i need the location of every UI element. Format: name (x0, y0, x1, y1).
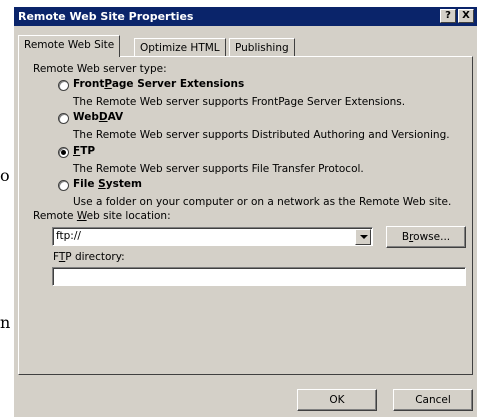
background-text-fragment: n (0, 313, 11, 332)
browse-button[interactable]: Browse... (386, 226, 466, 248)
location-combobox[interactable]: ftp:// (52, 227, 373, 246)
window-title: Remote Web Site Properties (18, 10, 194, 23)
location-value: ftp:// (56, 230, 81, 242)
location-label: Remote Web site location: (33, 210, 171, 222)
frontpage-radio[interactable] (58, 80, 69, 91)
background-text-fragment: o (0, 166, 10, 185)
tab-publishing[interactable]: Publishing (229, 38, 295, 57)
server-type-label: Remote Web server type: (33, 63, 167, 75)
frontpage-description: The Remote Web server supports FrontPage… (73, 96, 406, 108)
cancel-button[interactable]: Cancel (393, 389, 473, 411)
ftp-description: The Remote Web server supports File Tran… (73, 163, 364, 175)
close-button[interactable]: X (458, 9, 474, 23)
tab-label: Remote Web Site (24, 39, 115, 51)
tab-label: Optimize HTML (140, 42, 220, 54)
webdav-radio[interactable] (58, 113, 69, 124)
frontpage-option-label[interactable]: FrontPage Server Extensions (73, 78, 244, 90)
chevron-down-icon[interactable] (355, 229, 371, 245)
ok-button[interactable]: OK (297, 389, 377, 411)
tab-remote-web-site[interactable]: Remote Web Site (18, 35, 121, 57)
help-button[interactable]: ? (440, 9, 456, 23)
file-system-radio[interactable] (58, 180, 69, 191)
tab-optimize-html[interactable]: Optimize HTML (134, 38, 226, 57)
file-system-option-label[interactable]: File System (73, 178, 142, 190)
file-system-description: Use a folder on your computer or on a ne… (73, 196, 452, 208)
ftp-option-label[interactable]: FTP (73, 145, 95, 157)
webdav-description: The Remote Web server supports Distribut… (73, 129, 450, 141)
ftp-radio[interactable] (58, 147, 69, 158)
ftp-directory-input[interactable] (52, 267, 466, 286)
title-bar[interactable]: Remote Web Site Properties ? X (14, 7, 477, 26)
remote-web-site-properties-dialog: Remote Web Site Properties ? X Remote We… (13, 6, 477, 417)
ftp-directory-label: FTP directory: (53, 251, 125, 263)
tab-label: Publishing (235, 42, 289, 54)
webdav-option-label[interactable]: WebDAV (73, 111, 123, 123)
